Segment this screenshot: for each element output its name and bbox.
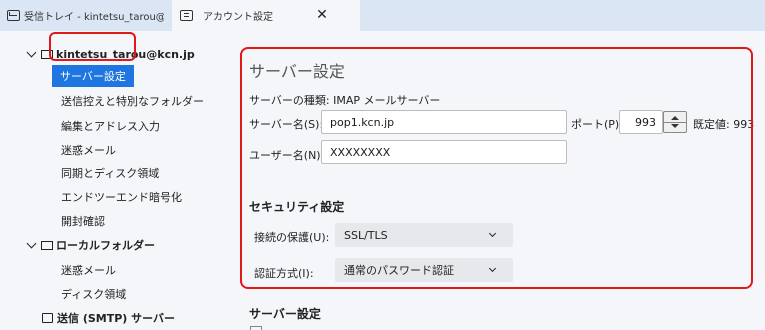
sidebar-local-folders[interactable]: ローカルフォルダー (26, 234, 155, 256)
sidebar-item-label: 送信 (SMTP) サーバー (57, 312, 176, 325)
tab-bar: 受信トレイ - kintetsu_tarou@kcn アカウント設定 ✕ (0, 0, 765, 31)
sidebar-item-sync-disk[interactable]: 同期とディスク領域 (55, 162, 222, 184)
sidebar-item-label: 迷惑メール (61, 144, 116, 157)
sidebar-item-local-disk[interactable]: ディスク領域 (55, 283, 222, 305)
close-icon[interactable]: ✕ (314, 7, 330, 23)
sidebar-item-label: 開封確認 (61, 215, 105, 228)
server-settings-heading: サーバー設定 (249, 307, 321, 321)
sidebar-item-server-settings[interactable]: サーバー設定 (52, 65, 134, 87)
sidebar-item-label: ディスク領域 (61, 288, 127, 301)
sidebar-local-folders-label: ローカルフォルダー (56, 239, 155, 252)
tab-inbox[interactable]: 受信トレイ - kintetsu_tarou@kcn (0, 0, 170, 31)
sidebar-item-smtp[interactable]: 送信 (SMTP) サーバー (42, 307, 175, 329)
highlight-box-settings (240, 47, 753, 289)
inbox-icon (7, 10, 20, 21)
sidebar-item-junk[interactable]: 迷惑メール (55, 139, 222, 161)
chevron-down-icon (26, 47, 37, 57)
sidebar-item-label: エンドツーエンド暗号化 (61, 191, 182, 204)
sidebar-item-e2e-encryption[interactable]: エンドツーエンド暗号化 (55, 186, 222, 208)
folder-icon (41, 240, 53, 250)
sidebar-item-label: 送信控えと特別なフォルダー (61, 95, 204, 108)
chevron-down-icon (26, 238, 37, 248)
sidebar-item-label: サーバー設定 (60, 70, 126, 83)
sidebar-item-return-receipts[interactable]: 開封確認 (55, 210, 222, 232)
highlight-box-sidebar (49, 32, 136, 61)
tab-account-settings-label: アカウント設定 (203, 12, 273, 23)
checkbox[interactable] (250, 326, 262, 330)
tab-inbox-label: 受信トレイ - kintetsu_tarou@kcn (24, 12, 164, 23)
account-sidebar: kintetsu_tarou@kcn.jp サーバー設定 送信控えと特別なフォル… (0, 31, 232, 330)
smtp-server-icon (42, 313, 53, 323)
sidebar-item-copies-folders[interactable]: 送信控えと特別なフォルダー (55, 90, 222, 112)
sidebar-item-composition[interactable]: 編集とアドレス入力 (55, 115, 222, 137)
sidebar-item-label: 迷惑メール (61, 264, 116, 277)
sidebar-item-label: 編集とアドレス入力 (61, 120, 160, 133)
settings-tab-icon (180, 10, 193, 21)
tab-account-settings[interactable]: アカウント設定 ✕ (172, 0, 360, 31)
sidebar-item-label: 同期とディスク領域 (61, 167, 160, 180)
sidebar-item-local-junk[interactable]: 迷惑メール (55, 259, 222, 281)
